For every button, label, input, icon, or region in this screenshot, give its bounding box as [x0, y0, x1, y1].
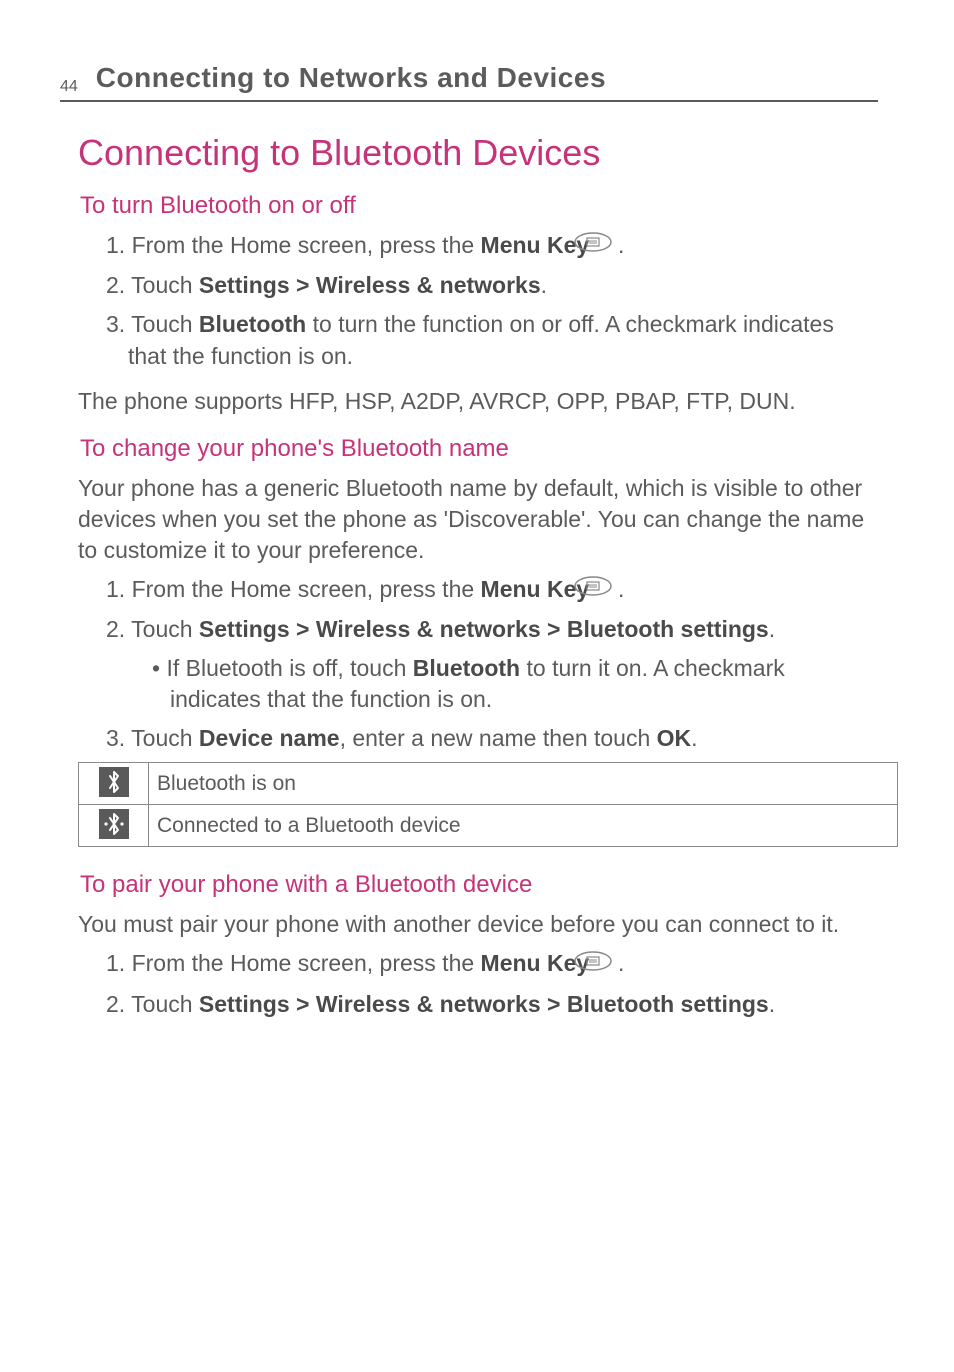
- text: .: [612, 950, 625, 976]
- step-text: 2. Touch Settings > Wireless & networks.: [128, 270, 878, 301]
- table-row: Bluetooth is on: [79, 763, 898, 805]
- main-title: Connecting to Bluetooth Devices: [78, 132, 878, 174]
- text: 2. Touch: [106, 991, 199, 1017]
- bluetooth-label: Bluetooth: [199, 311, 306, 337]
- step-text: 1. From the Home screen, press the Menu …: [128, 574, 878, 606]
- supported-profiles-note: The phone supports HFP, HSP, A2DP, AVRCP…: [78, 386, 878, 417]
- section-heading-change-name: To change your phone's Bluetooth name: [80, 435, 878, 463]
- step-text: 2. Touch Settings > Wireless & networks …: [128, 614, 878, 645]
- page-number: 44: [60, 78, 78, 96]
- page-header: 44 Connecting to Networks and Devices: [60, 62, 878, 102]
- text: .: [769, 616, 775, 642]
- ok-label: OK: [657, 725, 692, 751]
- text: • If Bluetooth is off, touch: [152, 655, 413, 681]
- section-heading-pair: To pair your phone with a Bluetooth devi…: [80, 871, 878, 899]
- bluetooth-status-table: Bluetooth is on Connected to a Bluetooth…: [78, 762, 898, 847]
- text: .: [612, 232, 625, 258]
- chapter-title: Connecting to Networks and Devices: [96, 62, 606, 94]
- text: .: [691, 725, 697, 751]
- menu-key-icon: [596, 229, 612, 260]
- section-intro: You must pair your phone with another de…: [78, 909, 878, 940]
- bluetooth-on-icon: [99, 767, 129, 797]
- section-intro: Your phone has a generic Bluetooth name …: [78, 473, 878, 566]
- device-name-label: Device name: [199, 725, 340, 751]
- menu-key-icon: [596, 573, 612, 604]
- text: 2. Touch: [106, 272, 199, 298]
- text: .: [612, 576, 625, 602]
- bluetooth-connected-icon: [99, 809, 129, 839]
- status-text: Connected to a Bluetooth device: [149, 805, 898, 847]
- text: .: [769, 991, 775, 1017]
- text: 3. Touch: [106, 311, 199, 337]
- status-text: Bluetooth is on: [149, 763, 898, 805]
- step-text: 3. Touch Bluetooth to turn the function …: [128, 309, 878, 371]
- page-container: 44 Connecting to Networks and Devices Co…: [0, 0, 954, 1088]
- bluetooth-label: Bluetooth: [413, 655, 520, 681]
- text: 1. From the Home screen, press the: [106, 576, 481, 602]
- step-text: 3. Touch Device name, enter a new name t…: [128, 723, 878, 754]
- text: 1. From the Home screen, press the: [106, 232, 481, 258]
- settings-path: Settings > Wireless & networks > Bluetoo…: [199, 991, 769, 1017]
- icon-cell: [79, 763, 149, 805]
- text: , enter a new name then touch: [340, 725, 657, 751]
- section-heading-turn-on-off: To turn Bluetooth on or off: [80, 192, 878, 220]
- menu-key-icon: [596, 948, 612, 979]
- text: 2. Touch: [106, 616, 199, 642]
- step-text: 1. From the Home screen, press the Menu …: [128, 948, 878, 980]
- step-text: 1. From the Home screen, press the Menu …: [128, 230, 878, 262]
- text: 3. Touch: [106, 725, 199, 751]
- settings-path: Settings > Wireless & networks: [199, 272, 541, 298]
- settings-path: Settings > Wireless & networks > Bluetoo…: [199, 616, 769, 642]
- step-text: 2. Touch Settings > Wireless & networks …: [128, 989, 878, 1020]
- text: 1. From the Home screen, press the: [106, 950, 481, 976]
- table-row: Connected to a Bluetooth device: [79, 805, 898, 847]
- text: .: [541, 272, 547, 298]
- sub-bullet: • If Bluetooth is off, touch Bluetooth t…: [170, 653, 878, 715]
- icon-cell: [79, 805, 149, 847]
